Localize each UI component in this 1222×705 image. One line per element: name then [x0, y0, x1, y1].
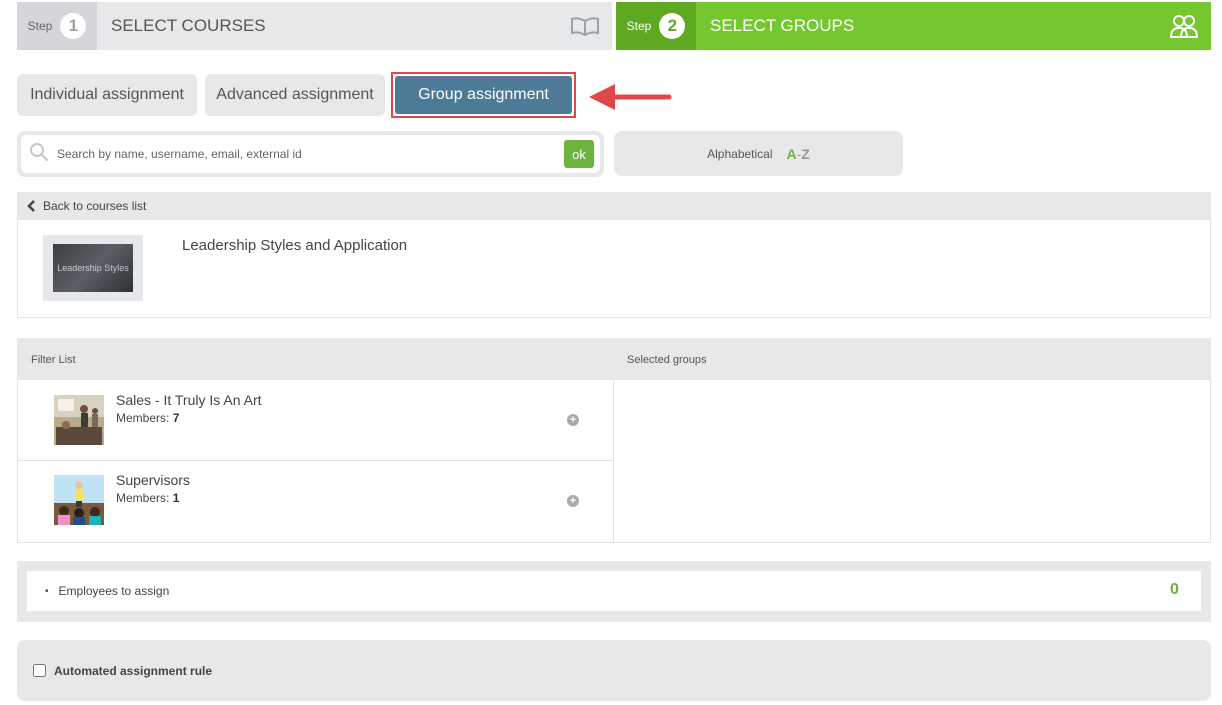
search-field: ok	[21, 135, 600, 173]
sort-alphabetical[interactable]: Alphabetical A-Z	[614, 131, 903, 176]
group-image	[54, 475, 104, 525]
step-1-number: 1	[60, 13, 87, 39]
group-name: Sales - It Truly Is An Art	[116, 392, 262, 408]
step-2-number: 2	[659, 13, 686, 39]
selected-course-card	[17, 219, 1211, 318]
selected-groups-panel	[613, 380, 1211, 543]
tab-group-assignment[interactable]: Group assignment	[395, 76, 572, 114]
course-title: Leadership Styles and Application	[182, 237, 408, 254]
course-thumbnail: Leadership Styles	[53, 244, 133, 292]
group-members: Members: 7	[116, 411, 180, 425]
back-label: Back to courses list	[43, 198, 147, 213]
employees-label: Employees to assign	[58, 584, 170, 598]
group-name: Supervisors	[116, 472, 190, 488]
search-input[interactable]	[55, 146, 564, 162]
book-icon	[570, 15, 600, 37]
search-icon	[29, 142, 49, 167]
employees-to-assign-row: • Employees to assign	[27, 571, 1201, 611]
list-item[interactable]: Supervisors Members: 1 +	[18, 461, 613, 542]
group-members: Members: 1	[116, 491, 180, 505]
tab-advanced-assignment[interactable]: Advanced assignment	[205, 74, 385, 116]
search-ok-button[interactable]: ok	[564, 140, 594, 168]
step-2-label: Step	[626, 19, 652, 33]
step-2-select-groups[interactable]: Step 2 SELECT GROUPS	[616, 2, 1211, 50]
sort-az-indicator: A-Z	[786, 145, 810, 162]
bullet-icon: •	[45, 585, 49, 597]
users-icon	[1169, 13, 1199, 39]
group-image	[54, 395, 104, 445]
list-item[interactable]: Sales - It Truly Is An Art Members: 7 +	[18, 381, 613, 460]
step-1-title: SELECT COURSES	[111, 16, 266, 35]
step-2-tag: Step 2	[616, 2, 696, 50]
step-1-tag: Step 1	[17, 2, 97, 50]
chevron-left-icon	[27, 199, 35, 212]
back-to-courses-link[interactable]: Back to courses list	[17, 192, 1211, 219]
automated-rule-label[interactable]: Automated assignment rule	[54, 664, 212, 678]
step-1-select-courses[interactable]: Step 1 SELECT COURSES	[17, 2, 612, 50]
step-1-label: Step	[27, 19, 53, 33]
tab-individual-assignment[interactable]: Individual assignment	[17, 74, 197, 116]
groups-header: Filter List Selected groups	[17, 338, 1211, 380]
sort-label: Alphabetical	[707, 146, 773, 161]
selected-groups-heading: Selected groups	[627, 354, 707, 366]
add-group-button[interactable]: +	[567, 414, 579, 426]
employees-count: 0	[1170, 581, 1179, 598]
step-2-title: SELECT GROUPS	[710, 16, 855, 35]
automated-assignment-rule: Automated assignment rule	[17, 640, 1211, 701]
add-group-button[interactable]: +	[567, 495, 579, 507]
filter-list-heading: Filter List	[31, 354, 76, 366]
search-box: ok	[17, 131, 604, 177]
annotation-arrow-icon	[589, 84, 672, 110]
automated-rule-checkbox[interactable]	[33, 664, 46, 677]
